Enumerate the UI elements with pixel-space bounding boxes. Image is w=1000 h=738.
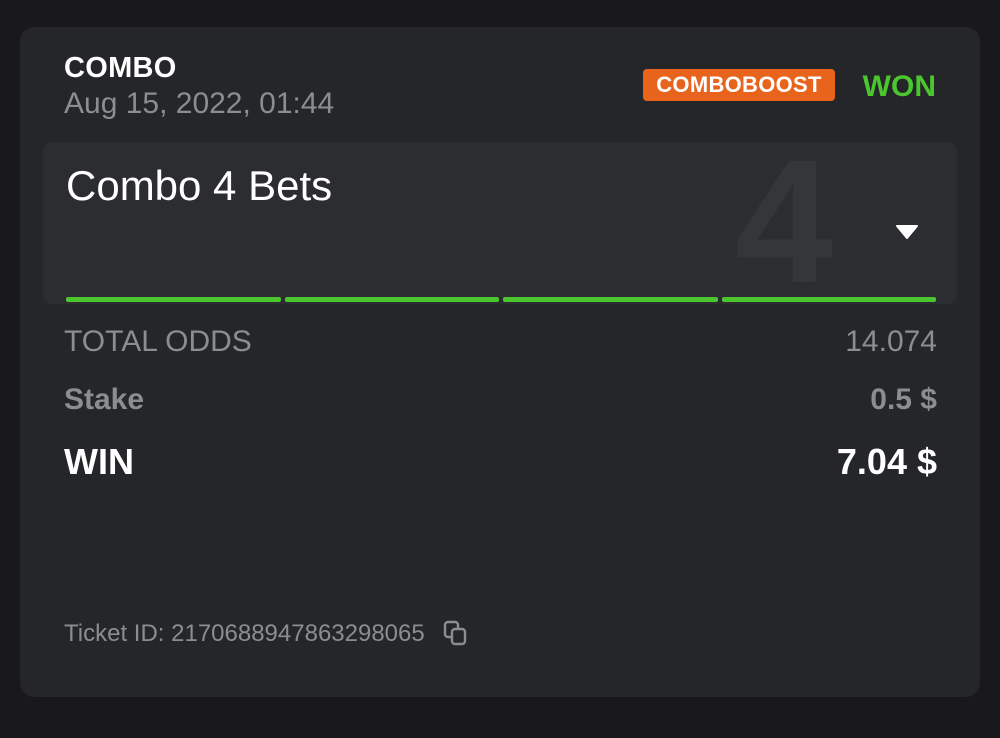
leg-progress-segment: [66, 297, 281, 302]
ticket-id-row: Ticket ID: 2170688947863298065: [64, 619, 471, 649]
win-label: WIN: [64, 441, 134, 482]
combo-count-watermark: 4: [735, 142, 833, 304]
bet-date: Aug 15, 2022, 01:44: [64, 87, 335, 120]
stake-value: 0.5 $: [870, 383, 937, 416]
total-odds-row: TOTAL ODDS 14.074: [64, 325, 937, 359]
stake-label: Stake: [64, 383, 145, 416]
status-label: WON: [862, 70, 936, 103]
copy-icon[interactable]: [441, 619, 471, 649]
stake-row: Stake 0.5 $: [64, 383, 937, 417]
leg-progress-segment: [284, 297, 499, 302]
bet-type-label: COMBO: [64, 52, 177, 84]
bet-card: COMBO Aug 15, 2022, 01:44 COMBOBOOST WON…: [20, 27, 980, 697]
leg-progress-segment: [721, 297, 936, 302]
total-odds-label: TOTAL ODDS: [64, 325, 252, 358]
comboboost-badge: COMBOBOOST: [643, 69, 835, 101]
win-row: WIN 7.04 $: [64, 441, 937, 483]
legs-progress-bar: [66, 297, 936, 302]
leg-progress-segment: [503, 297, 718, 302]
caret-down-icon[interactable]: [887, 218, 927, 248]
combo-title: Combo 4 Bets: [66, 162, 333, 209]
combo-header[interactable]: Combo 4 Bets 4: [43, 142, 957, 304]
win-value: 7.04 $: [836, 441, 937, 482]
total-odds-value: 14.074: [845, 325, 937, 358]
ticket-id-text: Ticket ID: 2170688947863298065: [64, 620, 425, 647]
